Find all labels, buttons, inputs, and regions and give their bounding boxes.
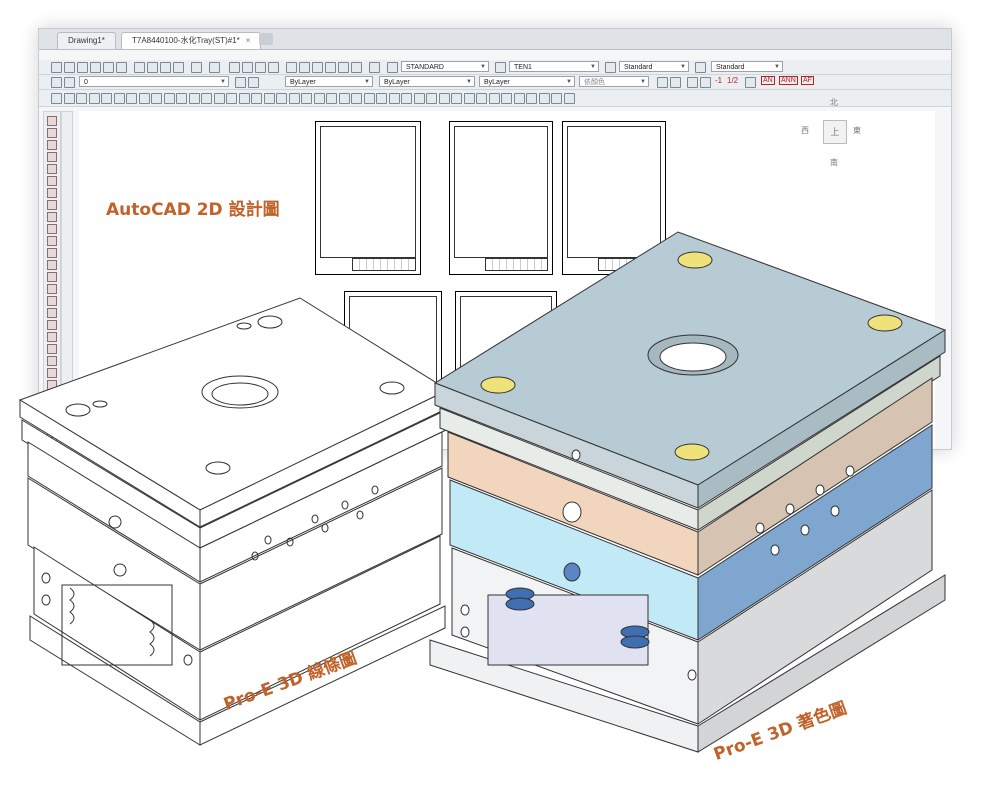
shaded-hole-yellow — [677, 251, 713, 269]
shaded-hole-yellow — [674, 443, 710, 461]
shaded-hole-yellow — [480, 376, 516, 394]
shaded-mold — [429, 231, 947, 753]
autocad-label: AutoCAD 2D 設計圖 — [106, 200, 280, 220]
wireframe-mold — [18, 297, 450, 746]
shaded-hole-yellow — [867, 314, 903, 332]
mold-illustrations — [18, 231, 947, 753]
